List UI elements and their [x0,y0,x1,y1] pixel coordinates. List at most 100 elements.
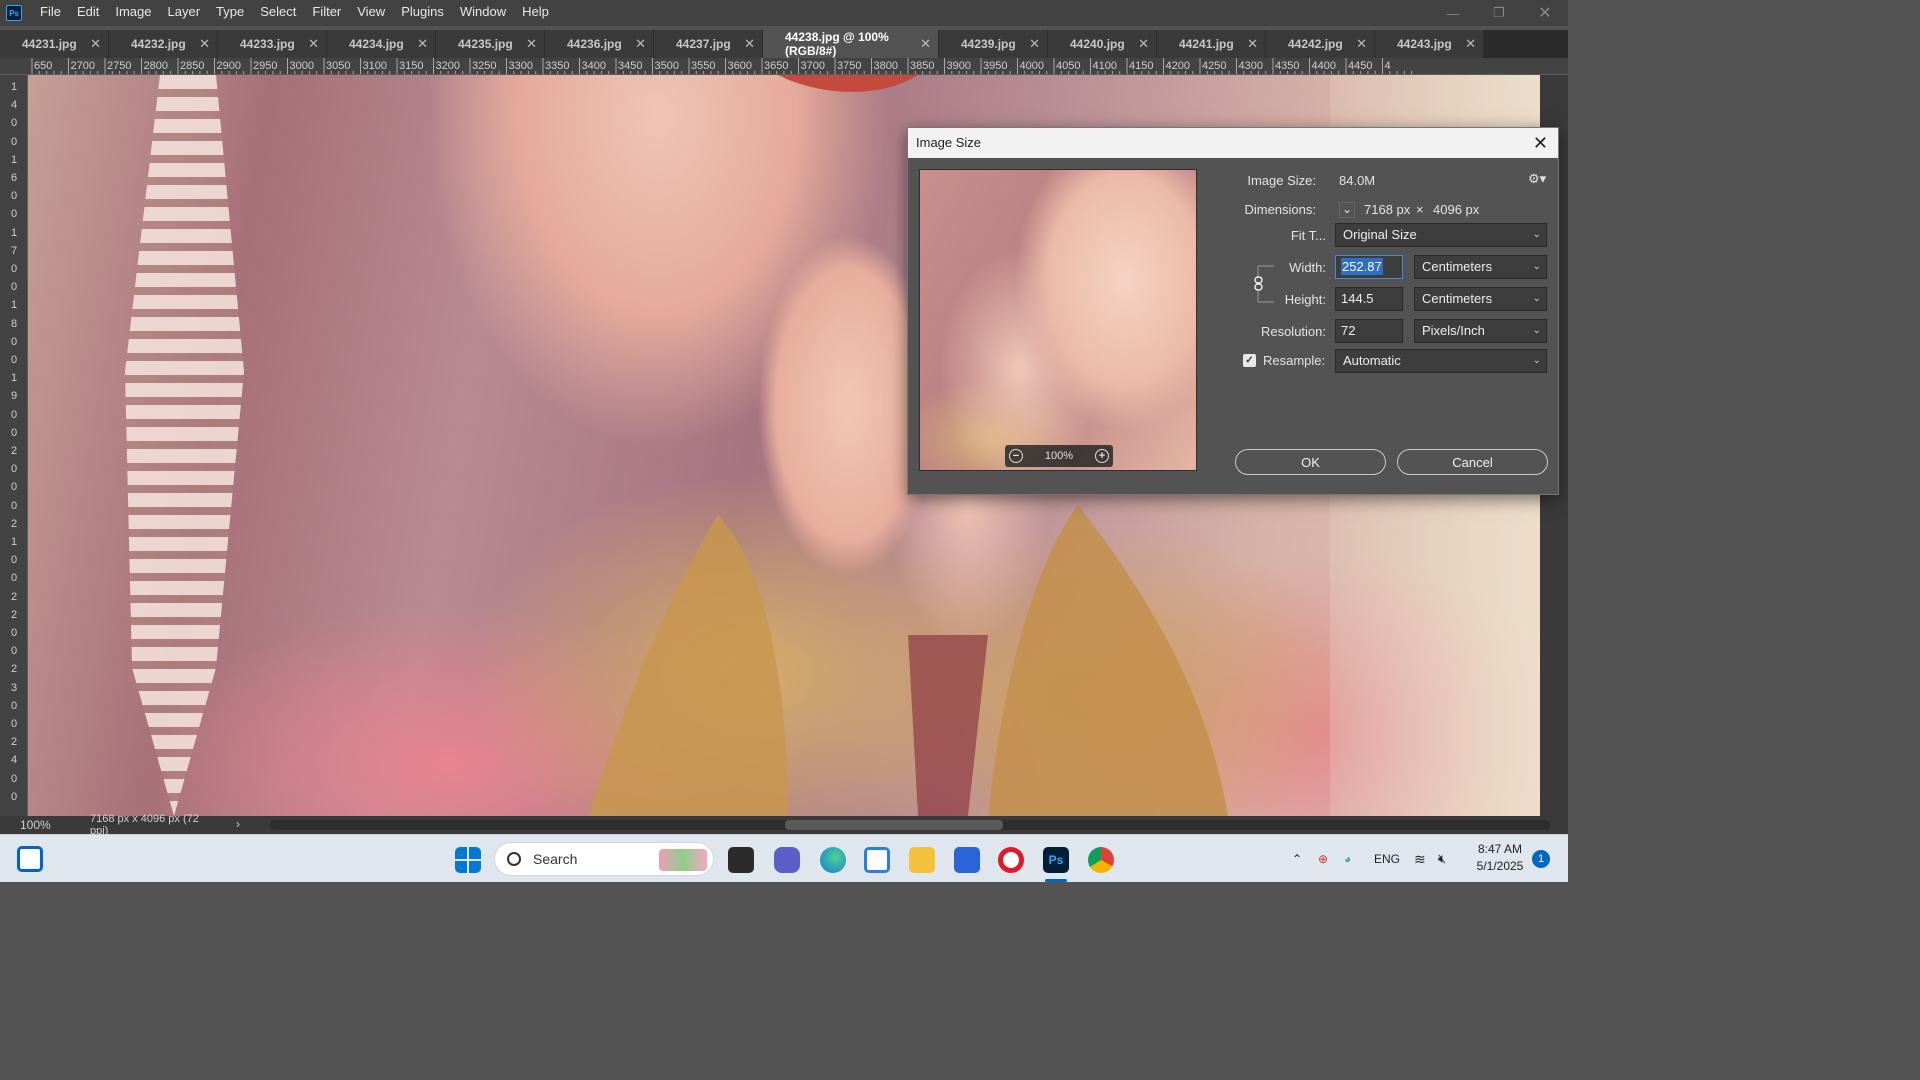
menu-window[interactable]: Window [452,0,514,26]
tab-close-icon[interactable]: ✕ [744,36,755,52]
chevron-down-icon: ⌄ [1532,355,1541,366]
ok-button[interactable]: OK [1235,449,1386,475]
tab-close-icon[interactable]: ✕ [417,36,428,52]
document-tab[interactable]: 44231.jpg ✕ [0,30,109,58]
menu-edit[interactable]: Edit [69,0,107,26]
tab-close-icon[interactable]: ✕ [1247,36,1258,52]
chrome-icon[interactable] [1088,847,1114,873]
language-indicator[interactable]: ENG [1374,835,1400,882]
height-input[interactable]: 144.5 [1335,287,1403,311]
resolution-input[interactable]: 72 [1335,319,1403,343]
settings-gear-icon[interactable]: ⚙▾ [1528,171,1546,187]
document-tab[interactable]: 44239.jpg ✕ [939,30,1048,58]
menu-image[interactable]: Image [107,0,159,26]
tab-close-icon[interactable]: ✕ [920,36,931,52]
search-highlight-flowers-icon [659,849,707,871]
network-app-icon[interactable]: ◕ [1344,835,1351,882]
tab-close-icon[interactable]: ✕ [1465,36,1476,52]
document-tab[interactable]: 44236.jpg ✕ [545,30,654,58]
clock-time: 8:47 AM [1477,842,1523,856]
chevron-down-icon: ⌄ [1532,261,1541,272]
horizontal-scroll-thumb[interactable] [785,820,1003,830]
teams-icon[interactable] [774,847,800,873]
menu-select[interactable]: Select [252,0,304,26]
menu-type[interactable]: Type [208,0,252,26]
document-tab[interactable]: 44237.jpg ✕ [654,30,763,58]
ruler-label: 0 [11,335,18,348]
ruler-label: 0 [11,463,18,476]
fit-to-select[interactable]: Original Size ⌄ [1335,223,1547,247]
zoom-level[interactable]: 100% [0,818,62,832]
notification-badge[interactable]: 1 [1532,850,1550,868]
document-tab[interactable]: 44243.jpg ✕ [1375,30,1484,58]
cancel-button[interactable]: Cancel [1397,449,1548,475]
dimensions-dropdown-icon[interactable]: ⌄ [1339,202,1355,218]
menu-file[interactable]: File [32,0,69,26]
widgets-icon[interactable] [17,846,43,872]
ruler-label: 4250 [1202,60,1227,72]
horizontal-scrollbar[interactable] [270,820,1550,830]
tab-close-icon[interactable]: ✕ [1138,36,1149,52]
vpn-icon[interactable]: ⊕ [1318,835,1328,882]
tab-close-icon[interactable]: ✕ [1356,36,1367,52]
windows-start-icon[interactable] [455,847,481,873]
menu-view[interactable]: View [349,0,393,26]
wifi-icon[interactable]: ≋ [1414,835,1426,882]
status-arrow-icon[interactable]: › [236,817,240,831]
volume-muted-icon[interactable]: 🔇︎ [1438,835,1446,882]
clock[interactable]: 8:47 AM 5/1/2025 [1470,841,1530,875]
tab-close-icon[interactable]: ✕ [1029,36,1040,52]
menu-layer[interactable]: Layer [160,0,209,26]
width-input[interactable]: 252.87 [1335,255,1403,279]
close-window-icon[interactable]: ✕ [1522,0,1568,26]
taskbar-search[interactable]: Search [494,842,714,876]
ruler-label: 2900 [216,60,241,72]
width-unit-select[interactable]: Centimeters ⌄ [1414,255,1547,279]
tab-close-icon[interactable]: ✕ [526,36,537,52]
microsoft-store-icon[interactable] [954,847,980,873]
opera-icon[interactable] [998,847,1024,873]
document-tab[interactable]: 44232.jpg ✕ [109,30,218,58]
document-tab[interactable]: 44242.jpg ✕ [1266,30,1375,58]
show-hidden-icons-icon[interactable]: ⌃ [1292,835,1302,882]
tab-label: 44238.jpg @ 100% (RGB/8#) [785,30,889,58]
zoom-in-icon[interactable]: + [1094,449,1109,463]
search-icon [507,852,521,866]
height-unit-select[interactable]: Centimeters ⌄ [1414,287,1547,311]
document-tab[interactable]: 44240.jpg ✕ [1048,30,1157,58]
restore-icon[interactable]: ❐ [1476,0,1522,26]
tab-active-document[interactable]: 44238.jpg @ 100% (RGB/8#) ✕ [763,30,939,58]
tab-close-icon[interactable]: ✕ [199,36,210,52]
document-tab[interactable]: 44234.jpg ✕ [327,30,436,58]
ruler-label: 4450 [1348,60,1373,72]
menu-help[interactable]: Help [514,0,557,26]
resample-checkbox[interactable]: ✓ [1243,354,1256,367]
dimension-width-px: 7168 px [1364,202,1411,217]
image-preview[interactable]: − 100% + [919,169,1197,471]
minimize-icon[interactable]: — [1430,0,1476,26]
tab-close-icon[interactable]: ✕ [308,36,319,52]
ruler-label: 0 [11,699,18,712]
resample-select[interactable]: Automatic ⌄ [1335,349,1547,373]
image-size-dialog: Image Size ✕ − 100% + Image Size: 84.0M … [907,127,1559,495]
task-view-icon[interactable] [728,847,754,873]
resolution-unit-select[interactable]: Pixels/Inch ⌄ [1414,319,1547,343]
width-unit-value: Centimeters [1422,259,1493,274]
tab-close-icon[interactable]: ✕ [90,36,101,52]
snipping-tool-icon[interactable] [864,847,890,873]
document-tab[interactable]: 44235.jpg ✕ [436,30,545,58]
file-explorer-icon[interactable] [909,847,935,873]
ruler-label: 4 [11,99,18,112]
document-tab[interactable]: 44241.jpg ✕ [1157,30,1266,58]
tab-close-icon[interactable]: ✕ [635,36,646,52]
menu-filter[interactable]: Filter [304,0,349,26]
dialog-close-icon[interactable]: ✕ [1533,128,1548,158]
ruler-label: 0 [11,772,18,785]
document-tab[interactable]: 44233.jpg ✕ [218,30,327,58]
menu-plugins[interactable]: Plugins [393,0,452,26]
height-value: 144.5 [1341,291,1374,306]
zoom-out-icon[interactable]: − [1009,449,1023,463]
ruler-label: 4000 [1019,60,1044,72]
edge-icon[interactable] [820,847,846,873]
photoshop-taskbar-icon[interactable]: Ps [1043,847,1069,873]
